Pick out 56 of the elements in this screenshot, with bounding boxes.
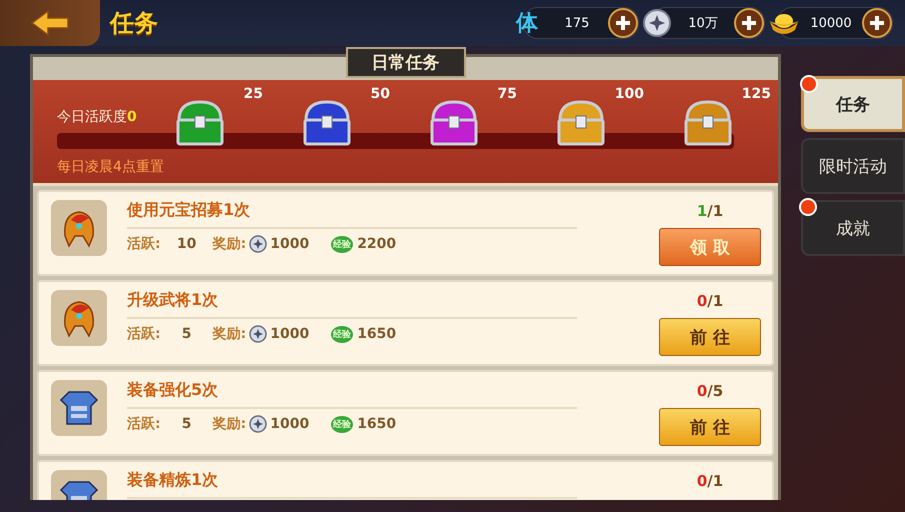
reset-note: 每日凌晨4点重置 bbox=[57, 158, 164, 176]
back-arrow-icon bbox=[30, 10, 70, 36]
plus-icon bbox=[742, 16, 756, 30]
reward-label: 奖励: bbox=[212, 235, 246, 253]
task-progress: 1/1 bbox=[696, 202, 724, 220]
activity-points: 5 bbox=[180, 326, 192, 342]
activity-label: 活跃: bbox=[127, 325, 161, 343]
exp-reward: 2200 bbox=[357, 236, 396, 252]
exp-badge: 经验 bbox=[331, 416, 354, 432]
side-tab[interactable]: 限时活动 bbox=[801, 138, 905, 194]
activity-points: 10 bbox=[176, 236, 198, 252]
activity-label: 今日活跃度0 bbox=[57, 108, 137, 126]
resource-value: 175 bbox=[564, 16, 590, 30]
coin-icon bbox=[642, 8, 672, 38]
plus-icon bbox=[870, 16, 884, 30]
task-name: 装备强化5次 bbox=[127, 380, 220, 401]
exp-badge: 经验 bbox=[331, 326, 354, 342]
add-button[interactable] bbox=[734, 8, 764, 38]
task-name: 使用元宝招募1次 bbox=[127, 200, 252, 221]
page-title: 任务 bbox=[110, 8, 158, 39]
resource-value: 10万 bbox=[687, 15, 719, 32]
coin-reward: 1000 bbox=[270, 416, 310, 432]
exp-badge: 经验 bbox=[331, 236, 354, 252]
panel-title: 日常任务 bbox=[346, 47, 466, 78]
side-tab[interactable]: 成就 bbox=[801, 200, 905, 256]
go-button[interactable]: 前 往 bbox=[659, 408, 761, 446]
coin-reward: 1000 bbox=[270, 326, 310, 342]
activity-points: 5 bbox=[180, 416, 192, 432]
go-button[interactable]: 前 往 bbox=[659, 318, 761, 356]
chest-points: 75 bbox=[498, 86, 517, 102]
coin-icon bbox=[249, 415, 268, 433]
exp-reward: 1650 bbox=[357, 416, 396, 432]
exp-reward: 1650 bbox=[357, 326, 396, 342]
task-name: 装备精炼1次 bbox=[127, 470, 220, 491]
add-button[interactable] bbox=[862, 8, 892, 38]
task-progress: 0/1 bbox=[696, 292, 724, 310]
coin-icon bbox=[249, 325, 268, 343]
coin-reward: 1000 bbox=[270, 236, 310, 252]
chest-points: 100 bbox=[614, 86, 644, 102]
plus-icon bbox=[616, 16, 630, 30]
activity-label: 活跃: bbox=[127, 415, 161, 433]
chest-points: 25 bbox=[244, 86, 263, 102]
side-tab[interactable]: 任务 bbox=[801, 76, 905, 132]
resource-value: 10000 bbox=[809, 16, 853, 30]
back-button[interactable] bbox=[0, 0, 100, 46]
task-name: 升级武将1次 bbox=[127, 290, 220, 311]
task-progress: 0/5 bbox=[696, 382, 724, 400]
activity-label: 活跃: bbox=[127, 235, 161, 253]
task-progress: 0/1 bbox=[696, 472, 724, 490]
coin-icon bbox=[249, 235, 268, 253]
add-button[interactable] bbox=[608, 8, 638, 38]
chest-points: 50 bbox=[370, 86, 390, 102]
stamina-label: 体 bbox=[516, 10, 539, 38]
chest-points: 125 bbox=[742, 86, 771, 102]
reward-label: 奖励: bbox=[212, 325, 246, 343]
reward-label: 奖励: bbox=[212, 415, 246, 433]
